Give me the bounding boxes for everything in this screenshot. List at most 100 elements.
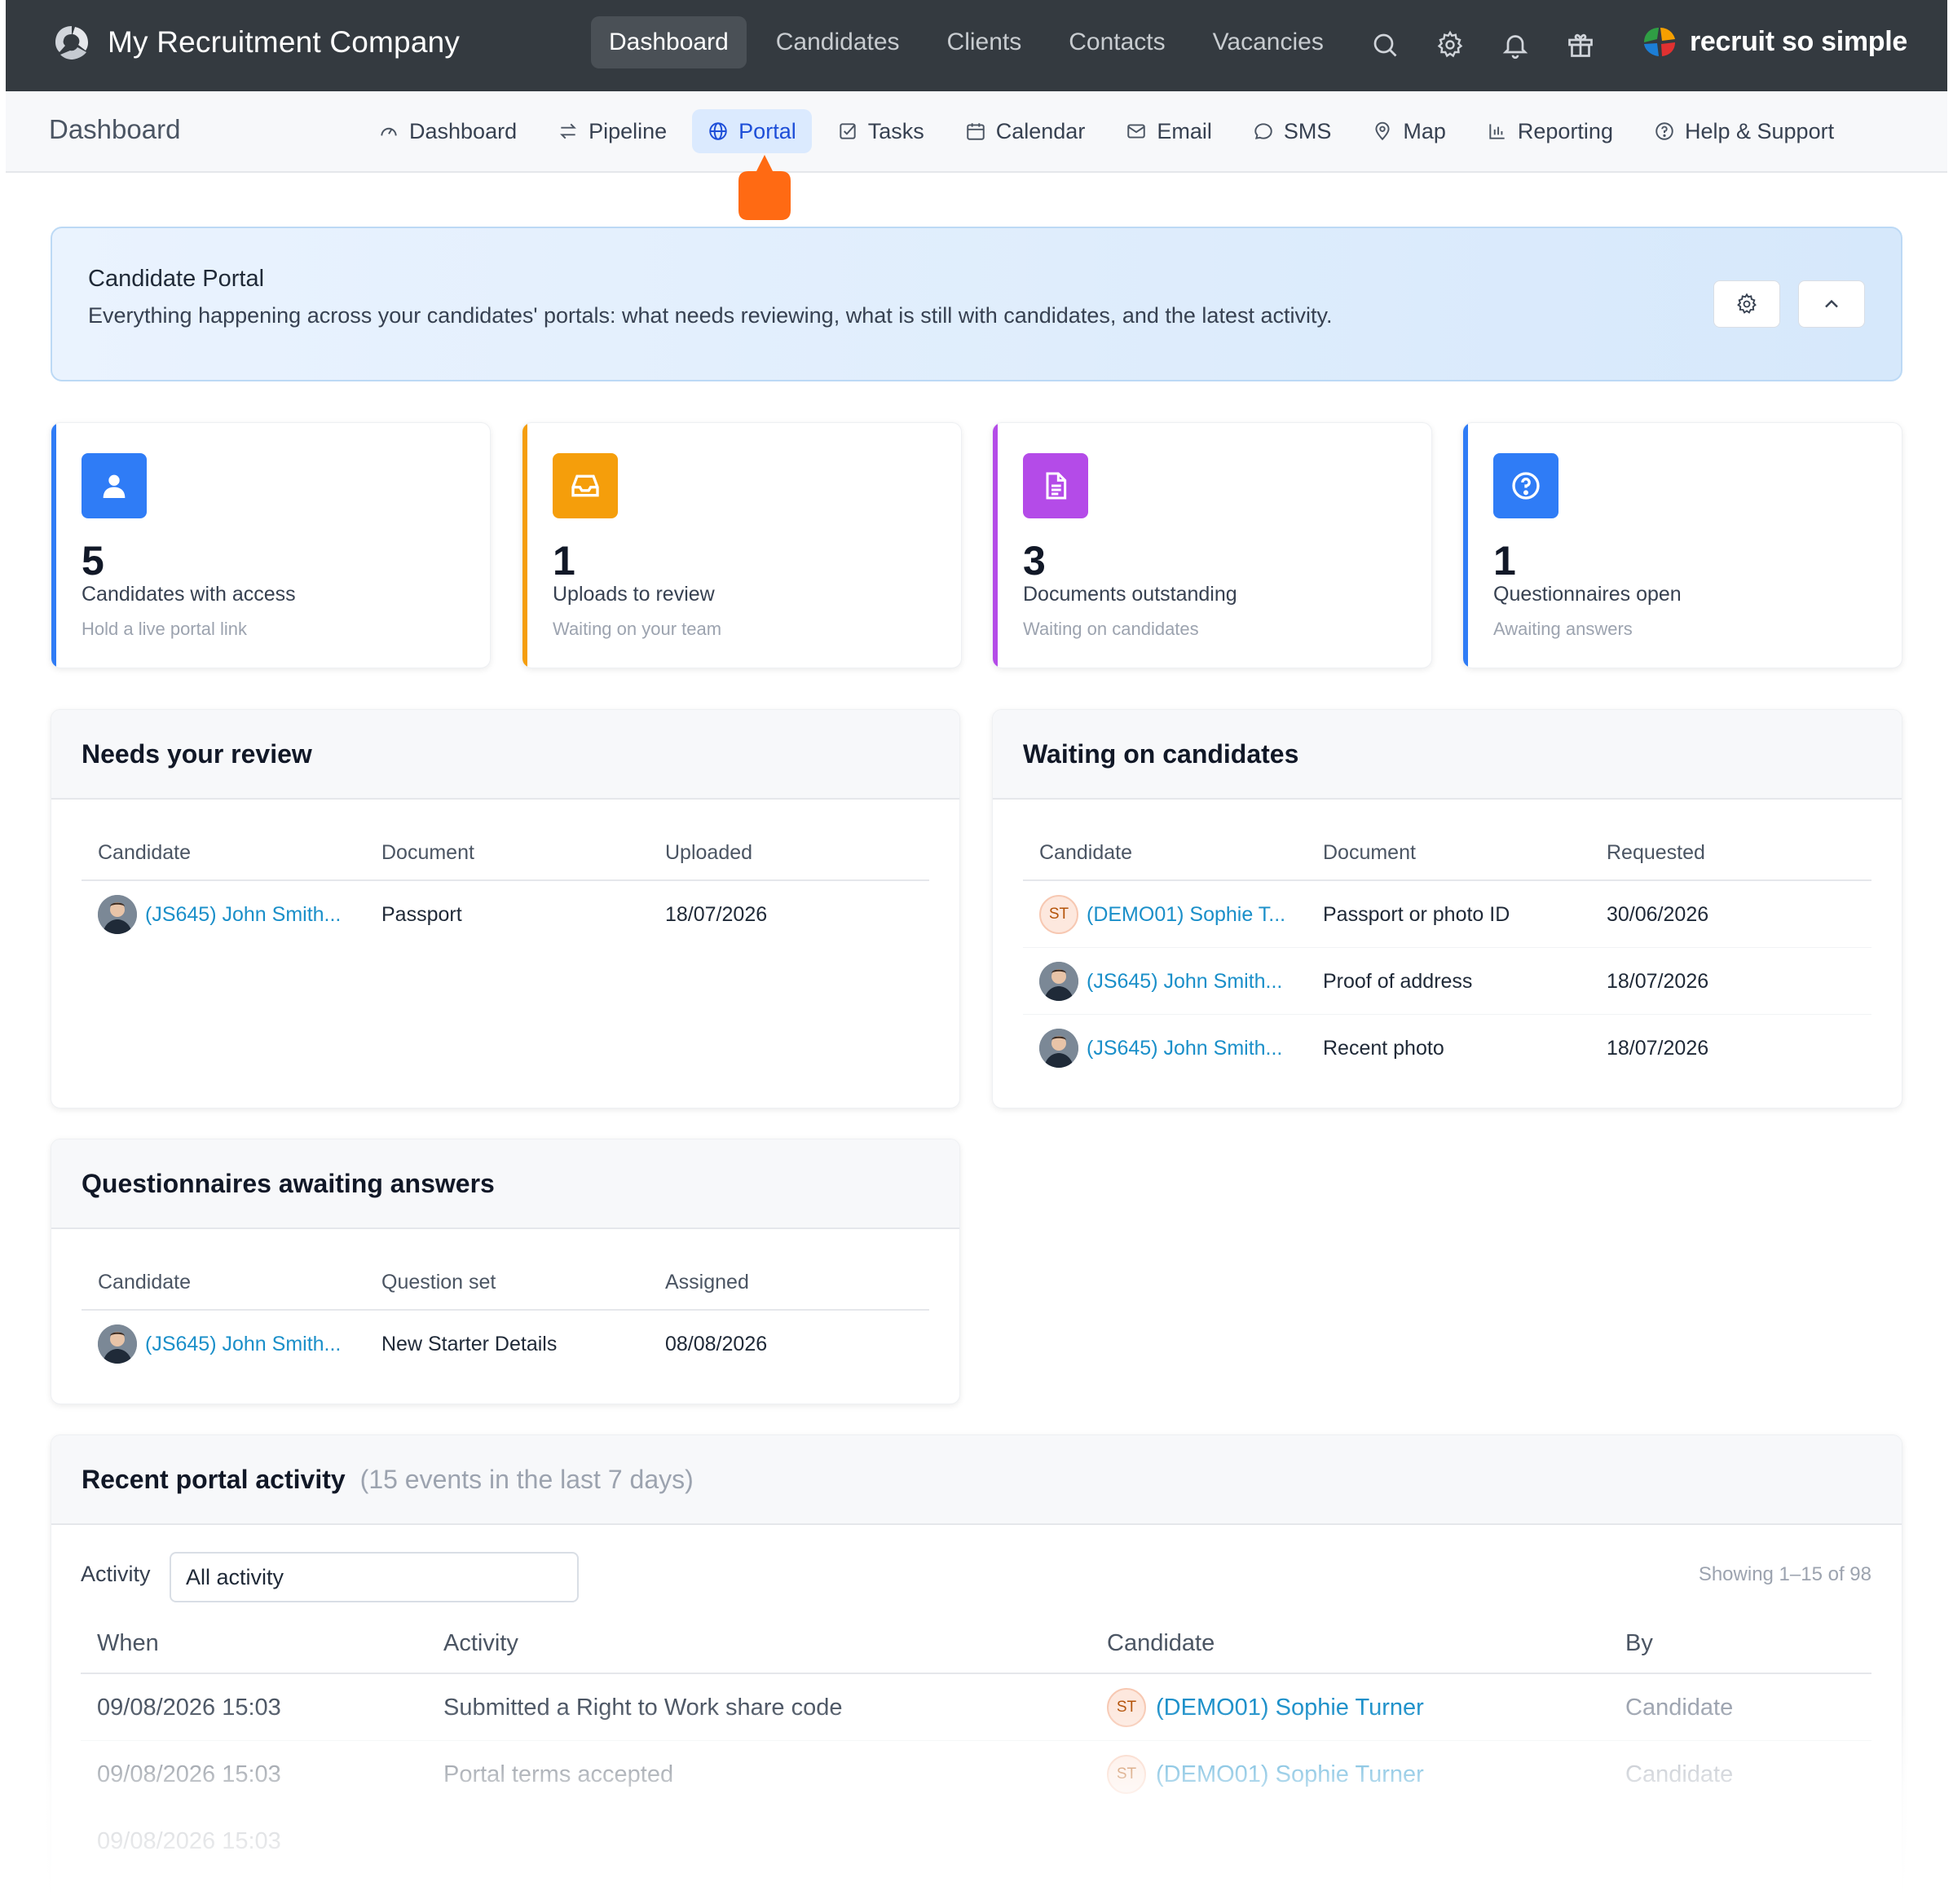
candidate-link[interactable]: (DEMO01) Sophie T... [1087,903,1285,927]
date-cell: 18/07/2026 [1607,1036,1709,1060]
table-row[interactable]: 09/08/2026 15:03 [81,1808,1871,1875]
table-row[interactable]: 09/08/2026 15:03 Portal terms accepted S… [81,1741,1871,1808]
gear-icon[interactable] [1432,21,1468,68]
table-row[interactable]: 09/08/2026 15:03 Submitted a Right to Wo… [81,1674,1871,1741]
activity-filter-select[interactable]: All activity [170,1552,579,1602]
candidate-link[interactable]: (JS645) John Smith... [145,1333,341,1356]
gauge-icon [381,127,397,136]
table-row[interactable]: ST (DEMO01) Sophie T... Passport or phot… [1023,881,1871,948]
candidate-cell[interactable]: ST (DEMO01) Sophie T... [1039,881,1285,948]
gear-icon [1737,293,1757,314]
subnav-map[interactable]: Map [1356,109,1461,153]
column-header: Candidate [98,841,191,864]
stat-value: 1 [553,538,575,584]
avatar-initials: ST [1039,895,1078,934]
help-icon [1655,122,1673,140]
banner-collapse-button[interactable] [1798,280,1865,328]
portal-banner: Candidate Portal Everything happening ac… [51,227,1902,381]
avatar-initials: ST [1107,1688,1146,1727]
sub-nav: Dashboard Pipeline Portal Tasks Calendar… [363,109,1859,153]
candidate-cell[interactable]: (JS645) John Smith... [1039,948,1282,1015]
subnav-label: Pipeline [589,118,668,143]
candidate-cell[interactable]: (JS645) John Smith... [1039,1015,1282,1082]
candidate-link[interactable]: (JS645) John Smith... [1087,1037,1282,1060]
avatar-initials: ST [1107,1755,1146,1794]
table-row[interactable]: (JS645) John Smith... Recent photo 18/07… [1023,1015,1871,1082]
subnav-portal[interactable]: Portal [692,109,812,153]
column-header: Candidate [98,1271,191,1294]
chat-icon [1254,123,1272,139]
topnav-clients[interactable]: Clients [929,16,1040,68]
subnav-email[interactable]: Email [1110,109,1228,153]
stat-sub: Hold a live portal link [82,619,247,639]
waiting-table: Candidate Document Requested ST (DEMO01)… [1023,800,1871,1082]
panel-title: Recent portal activity [82,1464,346,1494]
checkbox-icon [840,123,856,139]
subnav-label: Calendar [995,118,1086,143]
candidate-cell[interactable]: (JS645) John Smith... [98,881,341,948]
subnav-dashboard[interactable]: Dashboard [363,109,532,153]
topnav-vacancies[interactable]: Vacancies [1195,16,1342,68]
stat-card-documents-outstanding[interactable]: 3 Documents outstanding Waiting on candi… [992,422,1432,668]
activity-table-header: When Activity Candidate By [81,1617,1871,1674]
topnav-dashboard[interactable]: Dashboard [591,16,747,68]
stat-card-uploads-review[interactable]: 1 Uploads to review Waiting on your team [522,422,962,668]
subnav-pipeline[interactable]: Pipeline [542,109,682,153]
candidate-link[interactable]: (DEMO01) Sophie Turner [1156,1761,1424,1788]
topnav-contacts[interactable]: Contacts [1051,16,1183,68]
candidate-link[interactable]: (JS645) John Smith... [145,903,341,927]
table-header: Candidate Question set Assigned [82,1229,929,1311]
by-cell: Candidate [1625,1761,1734,1787]
table-row[interactable]: (JS645) John Smith... New Starter Detail… [82,1311,929,1377]
panel-title: Needs your review [82,738,312,769]
needs-review-panel: Needs your review Candidate Document Upl… [51,709,960,1108]
question-set-cell: New Starter Details [381,1332,558,1355]
candidate-link[interactable]: (JS645) John Smith... [1087,970,1282,994]
recruit-so-simple-logo-icon [1644,28,1675,56]
candidate-cell[interactable]: ST (DEMO01) Sophie Turner [1107,1741,1424,1808]
subnav-help[interactable]: Help & Support [1638,109,1849,153]
stat-card-questionnaires-open[interactable]: 1 Questionnaires open Awaiting answers [1462,422,1902,668]
activity-filter-value: All activity [186,1564,284,1589]
card-accent [51,423,56,668]
banner-settings-button[interactable] [1713,280,1780,328]
column-header: Candidate [1039,841,1132,864]
subnav-sms[interactable]: SMS [1237,109,1347,153]
candidate-cell[interactable]: ST (DEMO01) Sophie Turner [1107,1674,1424,1741]
bell-icon[interactable] [1497,21,1533,68]
document-cell: Recent photo [1323,1036,1444,1060]
avatar [98,895,137,934]
gift-icon[interactable] [1563,21,1598,68]
avatar [98,1324,137,1364]
search-icon[interactable] [1367,21,1403,68]
column-header: Uploaded [665,841,753,864]
pagination-summary: Showing 1–15 of 98 [1698,1563,1871,1585]
column-header: Document [381,841,474,864]
stat-value: 3 [1023,538,1046,584]
candidate-cell[interactable]: (JS645) John Smith... [98,1311,341,1377]
company-logo-icon [55,26,88,60]
banner-title: Candidate Portal [88,266,265,292]
table-row[interactable]: (JS645) John Smith... Proof of address 1… [1023,948,1871,1015]
subnav-calendar[interactable]: Calendar [950,109,1101,153]
when-cell: 09/08/2026 15:03 [97,1761,281,1787]
brand[interactable]: My Recruitment Company [51,21,460,64]
column-header: Assigned [665,1271,749,1294]
subnav-tasks[interactable]: Tasks [822,109,940,153]
subnav-label: SMS [1283,118,1332,143]
document-cell: Passport or photo ID [1323,902,1510,926]
document-cell: Proof of address [1323,969,1473,993]
panel-header: Recent portal activity (15 events in the… [51,1435,1902,1525]
candidate-link[interactable]: (DEMO01) Sophie Turner [1156,1695,1424,1721]
question-icon [1493,453,1558,518]
topnav-candidates[interactable]: Candidates [758,16,918,68]
table-row[interactable]: (JS645) John Smith... Passport 18/07/202… [82,881,929,948]
review-table: Candidate Document Uploaded (JS645) John… [82,800,929,948]
document-cell: Passport [381,902,462,926]
subnav-reporting[interactable]: Reporting [1471,109,1629,153]
date-cell: 18/07/2026 [665,902,768,926]
stat-card-candidates-access[interactable]: 5 Candidates with access Hold a live por… [51,422,491,668]
date-cell: 30/06/2026 [1607,902,1709,926]
column-header: Question set [381,1271,496,1294]
calendar-icon [967,123,985,140]
